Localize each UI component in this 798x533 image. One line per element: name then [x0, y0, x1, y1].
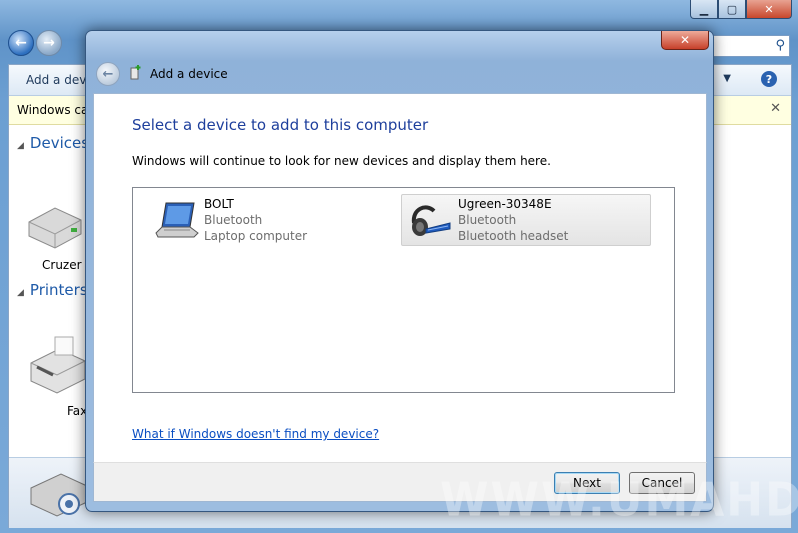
device-connection: Bluetooth	[204, 213, 263, 227]
help-icon[interactable]: ?	[761, 71, 777, 87]
dialog-close-button[interactable]: ✕	[661, 31, 709, 50]
device-name: BOLT	[204, 197, 234, 211]
usb-drive-icon[interactable]	[25, 200, 83, 250]
forward-button[interactable]: →	[36, 30, 62, 56]
devices-section-header[interactable]: ◢ Devices	[17, 134, 89, 152]
watermark: WWW.UMAHDROID.COM	[440, 473, 798, 528]
description-text: Windows will continue to look for new de…	[132, 154, 551, 168]
back-button[interactable]: ←	[8, 30, 34, 56]
chevron-down-icon[interactable]: ▼	[723, 73, 731, 84]
laptop-icon	[155, 202, 199, 238]
window-controls: ▁ ▢ ✕	[690, 0, 792, 19]
fax-icon[interactable]	[25, 333, 89, 397]
minimize-button[interactable]: ▁	[690, 0, 718, 19]
add-device-icon	[130, 65, 141, 80]
devices-section-label: Devices	[29, 134, 90, 152]
printer-icon	[30, 473, 88, 517]
dialog-title: Add a device	[150, 67, 228, 81]
add-device-dialog: ✕ ← Add a device Select a device to add …	[85, 30, 714, 512]
close-icon[interactable]: ✕	[770, 101, 781, 116]
device-type: Laptop computer	[204, 229, 308, 243]
device-list[interactable]: BOLT Bluetooth Laptop computer Ugreen-30…	[132, 187, 675, 393]
search-icon[interactable]: ⚲	[775, 38, 785, 53]
device-name: Ugreen-30348E	[458, 197, 552, 211]
list-item-selected[interactable]: Ugreen-30348E Bluetooth Bluetooth headse…	[401, 194, 651, 246]
list-item[interactable]: BOLT Bluetooth Laptop computer	[147, 194, 397, 246]
maximize-button[interactable]: ▢	[718, 0, 746, 19]
dialog-back-button[interactable]: ←	[96, 62, 120, 86]
window-close-button[interactable]: ✕	[746, 0, 792, 19]
help-link[interactable]: What if Windows doesn't find my device?	[132, 427, 379, 441]
device-connection: Bluetooth	[458, 213, 517, 227]
collapse-icon: ◢	[17, 141, 24, 151]
device-type: Bluetooth headset	[458, 229, 569, 243]
page-title: Select a device to add to this computer	[132, 116, 429, 134]
nav-buttons: ← →	[8, 30, 62, 56]
collapse-icon: ◢	[17, 288, 24, 298]
headset-icon	[411, 205, 451, 236]
dialog-body: Select a device to add to this computer …	[93, 93, 707, 464]
